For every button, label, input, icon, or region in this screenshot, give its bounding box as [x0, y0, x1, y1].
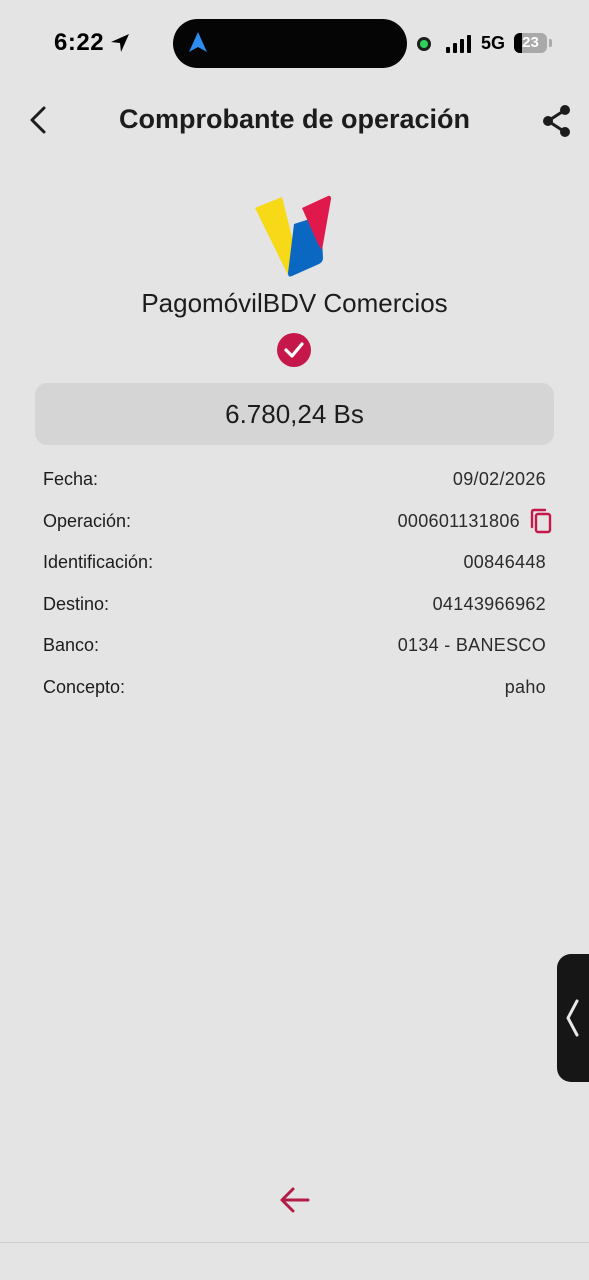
detail-label: Concepto: — [43, 676, 126, 697]
check-circle-icon — [277, 333, 311, 367]
detail-value: paho — [504, 676, 546, 697]
side-panel-handle[interactable] — [557, 954, 589, 1082]
amount-card: 6.780,24 Bs — [35, 383, 554, 445]
status-bar: 6:22 5G 23 — [0, 0, 589, 88]
network-type: 5G — [481, 33, 506, 53]
detail-label: Fecha: — [43, 469, 99, 489]
detail-row-destino: Destino: 04143966962 — [43, 589, 546, 631]
detail-row-operacion: Operación: 000601131806 — [43, 506, 552, 548]
detail-label: Destino: — [43, 593, 110, 614]
page-title: Comprobante de operación — [118, 104, 471, 134]
chevron-left-icon — [566, 999, 579, 1037]
camera-indicator-icon — [417, 37, 431, 51]
detail-value: 0134 - BANESCO — [397, 635, 546, 656]
arrow-left-icon — [280, 1187, 310, 1213]
battery-icon: 23 — [514, 33, 547, 53]
detail-label: Identificación: — [43, 552, 154, 573]
battery-percentage: 23 — [522, 34, 539, 51]
battery-tip — [549, 39, 552, 47]
detail-value: 00846448 — [463, 552, 546, 573]
amount-value: 6.780,24 Bs — [225, 399, 364, 429]
detail-value: 09/02/2026 — [452, 469, 546, 489]
dynamic-island — [173, 19, 407, 68]
detail-row-banco: Banco: 0134 - BANESCO — [43, 630, 546, 672]
detail-value: 04143966962 — [432, 593, 546, 614]
status-time: 6:22 — [54, 29, 105, 56]
detail-row-fecha: Fecha: 09/02/2026 — [43, 464, 546, 506]
bottom-divider — [0, 1242, 589, 1243]
share-button[interactable] — [540, 104, 574, 138]
detail-row-identificacion: Identificación: 00846448 — [43, 547, 546, 589]
detail-label: Operación: — [43, 510, 132, 531]
copy-icon[interactable] — [528, 507, 554, 535]
detail-label: Banco: — [43, 635, 100, 656]
brand-name: PagomóvilBDV Comercios — [141, 288, 448, 318]
signal-icon — [446, 35, 471, 53]
navigation-icon — [189, 32, 207, 52]
detail-row-concepto: Concepto: paho — [43, 672, 546, 714]
pagomovil-logo — [255, 195, 331, 277]
share-icon — [543, 105, 570, 137]
bottom-back-button[interactable] — [278, 1184, 312, 1216]
operation-details: Fecha: 09/02/2026 Operación: 00060113180… — [43, 464, 552, 714]
detail-value: 000601131806 — [397, 510, 520, 531]
location-arrow-icon — [111, 34, 129, 52]
